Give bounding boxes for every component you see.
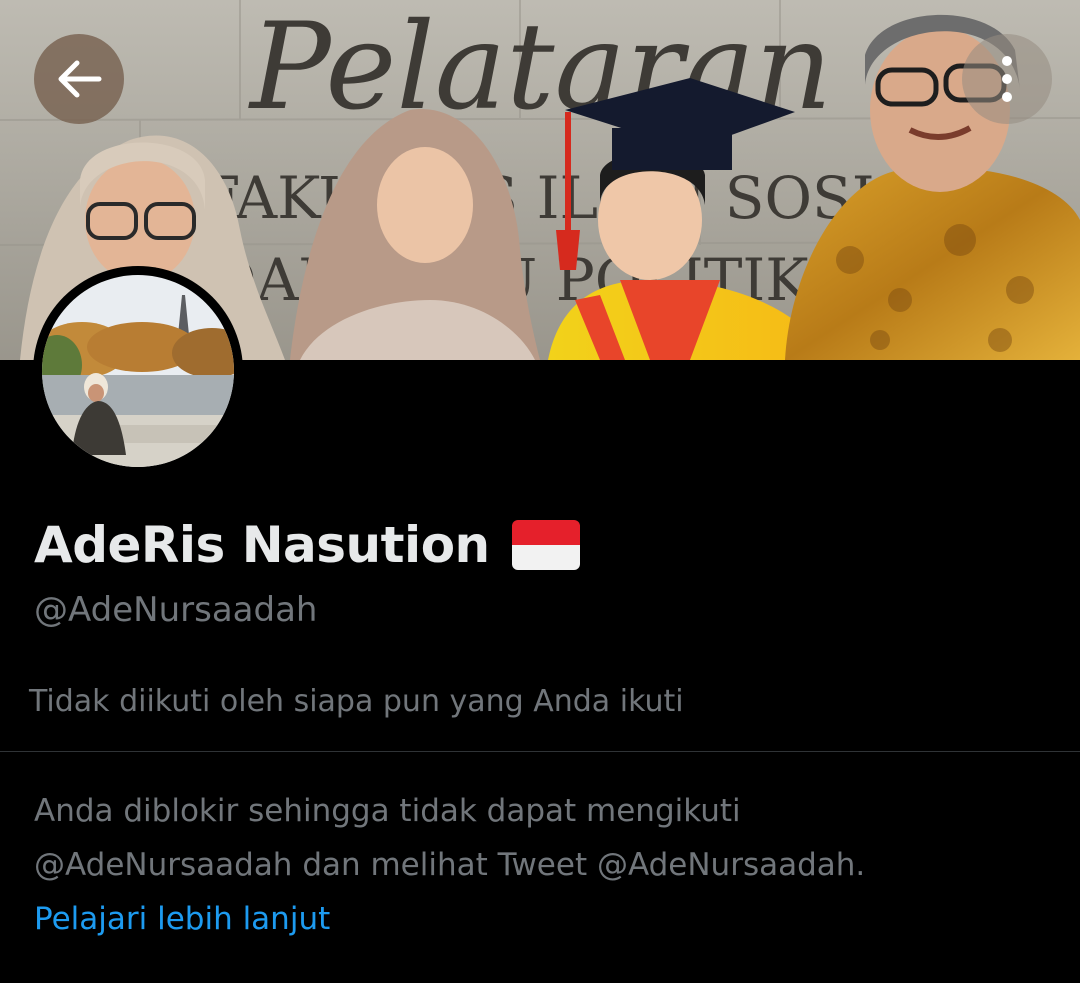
blocked-notice: Anda diblokir sehingga tidak dapat mengi… [34,784,1034,946]
arrow-left-icon [58,60,102,98]
blocked-notice-line-2: @AdeNursaadah dan melihat Tweet @AdeNurs… [34,847,866,883]
section-divider [0,751,1080,752]
profile-avatar[interactable] [33,266,243,476]
vertical-ellipsis-icon [1002,56,1012,102]
user-handle: @AdeNursaadah [34,590,318,630]
indonesia-flag-icon [511,520,580,570]
learn-more-link[interactable]: Pelajari lebih lanjut [34,892,1034,946]
followers-you-know-note: Tidak diikuti oleh siapa pun yang Anda i… [29,684,684,719]
back-button[interactable] [34,34,124,124]
avatar-photo [42,275,234,467]
more-options-button[interactable] [962,34,1052,124]
blocked-notice-line-1: Anda diblokir sehingga tidak dapat mengi… [34,793,741,829]
name-row: AdeRis Nasution [34,512,580,578]
display-name: AdeRis Nasution [34,516,490,574]
